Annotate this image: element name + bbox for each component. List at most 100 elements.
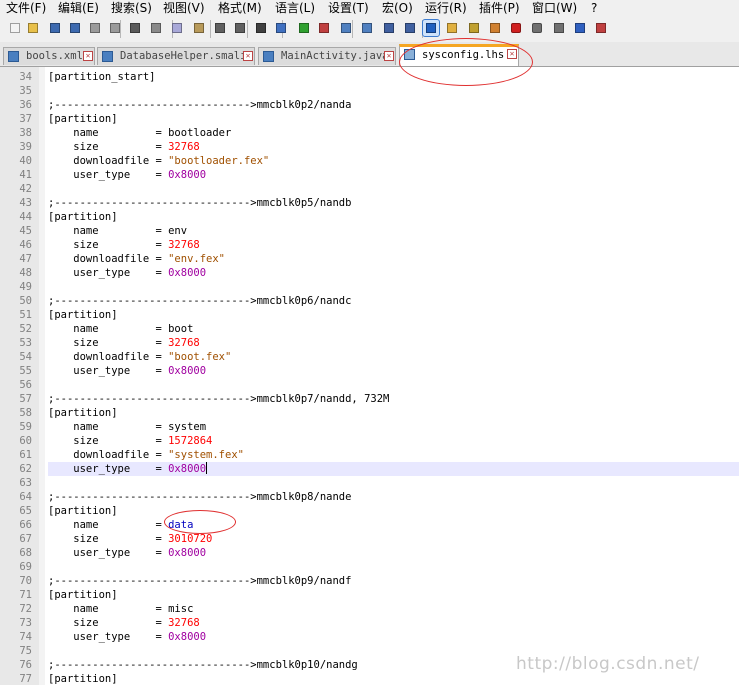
save-macro-icon[interactable] (593, 20, 609, 36)
code-line[interactable]: 44 [partition] (0, 210, 739, 224)
token-num: 1572864 (168, 435, 213, 447)
line-number: 52 (19, 323, 32, 335)
zoom-in-icon[interactable] (296, 20, 312, 36)
play-macro-icon[interactable] (551, 20, 567, 36)
find-icon[interactable] (253, 20, 269, 36)
code-line[interactable]: 35 (0, 84, 739, 98)
code-line[interactable]: 62 user_type = 0x8000 (0, 462, 739, 476)
tab-1[interactable]: DatabaseHelper.smali ✕ (97, 47, 255, 65)
code-line[interactable]: 55 user_type = 0x8000 (0, 364, 739, 378)
code-line[interactable]: 67 size = 3010720 (0, 532, 739, 546)
new-file-icon[interactable] (7, 20, 23, 36)
code-line[interactable]: 53 size = 32768 (0, 336, 739, 350)
token-plain: downloadfile = (48, 449, 169, 461)
menu-item-2[interactable]: 搜索(S) (111, 0, 152, 16)
tab-0[interactable]: bools.xml ✕ (3, 47, 95, 65)
show-all-chars-icon[interactable] (402, 20, 418, 36)
code-line[interactable]: 58 [partition] (0, 406, 739, 420)
line-number: 34 (19, 71, 32, 83)
code-line[interactable]: 39 size = 32768 (0, 140, 739, 154)
close-tab-icon[interactable]: ✕ (243, 51, 253, 61)
code-line[interactable]: 56 (0, 378, 739, 392)
undo-icon[interactable] (212, 20, 228, 36)
menu-item-7[interactable]: 宏(O) (382, 0, 413, 16)
code-line[interactable]: 37 [partition] (0, 112, 739, 126)
copy-icon[interactable] (169, 20, 185, 36)
code-line[interactable]: 64 ;------------------------------->mmcbl… (0, 490, 739, 504)
code-line[interactable]: 42 (0, 182, 739, 196)
editor-area[interactable]: 34 [partition_start] 35 36 ;----------------… (0, 67, 739, 685)
print-icon[interactable] (127, 20, 143, 36)
folder-workspace-icon[interactable] (487, 20, 503, 36)
code-line[interactable]: 73 size = 32768 (0, 616, 739, 630)
cut-icon[interactable] (148, 20, 164, 36)
line-number: 40 (19, 155, 32, 167)
token-plain: user_type = (48, 267, 169, 279)
code-line[interactable]: 46 size = 32768 (0, 238, 739, 252)
code-line[interactable]: 74 user_type = 0x8000 (0, 630, 739, 644)
menu-item-8[interactable]: 运行(R) (425, 0, 467, 16)
code-line[interactable]: 66 name = data (0, 518, 739, 532)
code-line[interactable]: 36 ;------------------------------->mmcbl… (0, 98, 739, 112)
sync-vertical-icon[interactable] (338, 20, 354, 36)
tab-2[interactable]: MainActivity.java ✕ (258, 47, 396, 65)
code-line[interactable]: 38 name = bootloader (0, 126, 739, 140)
zoom-out-icon[interactable] (316, 20, 332, 36)
menu-item-0[interactable]: 文件(F) (6, 0, 46, 16)
code-line[interactable]: 47 downloadfile = "env.fex" (0, 252, 739, 266)
code-line[interactable]: 41 user_type = 0x8000 (0, 168, 739, 182)
close-tab-icon[interactable]: ✕ (384, 51, 394, 61)
code-line[interactable]: 59 name = system (0, 420, 739, 434)
close-icon[interactable] (87, 20, 103, 36)
code-line[interactable]: 51 [partition] (0, 308, 739, 322)
code-line[interactable]: 49 (0, 280, 739, 294)
code-line[interactable]: 40 downloadfile = "bootloader.fex" (0, 154, 739, 168)
paste-icon[interactable] (191, 20, 207, 36)
menu-item-6[interactable]: 设置(T) (328, 0, 369, 16)
stop-record-icon[interactable] (529, 20, 545, 36)
code-line[interactable]: 77 [partition] (0, 672, 739, 686)
code-line[interactable]: 52 name = boot (0, 322, 739, 336)
line-code: [partition] (48, 406, 739, 420)
code-line[interactable]: 72 name = misc (0, 602, 739, 616)
line-number: 44 (19, 211, 32, 223)
menu-item-11[interactable]: ? (591, 0, 597, 16)
menu-item-3[interactable]: 视图(V) (163, 0, 205, 16)
menu-item-1[interactable]: 编辑(E) (58, 0, 99, 16)
open-file-icon[interactable] (25, 20, 41, 36)
menu-item-9[interactable]: 插件(P) (479, 0, 520, 16)
close-all-icon[interactable] (107, 20, 123, 36)
code-line[interactable]: 60 size = 1572864 (0, 434, 739, 448)
code-line[interactable]: 50 ;------------------------------->mmcbl… (0, 294, 739, 308)
close-tab-icon[interactable]: ✕ (83, 51, 93, 61)
code-line[interactable]: 68 user_type = 0x8000 (0, 546, 739, 560)
code-line[interactable]: 45 name = env (0, 224, 739, 238)
record-macro-icon[interactable] (508, 20, 524, 36)
code-line[interactable]: 65 [partition] (0, 504, 739, 518)
replace-icon[interactable] (273, 20, 289, 36)
code-line[interactable]: 48 user_type = 0x8000 (0, 266, 739, 280)
save-all-icon[interactable] (67, 20, 83, 36)
code-line[interactable]: 57 ;------------------------------->mmcbl… (0, 392, 739, 406)
menu-item-4[interactable]: 格式(M) (218, 0, 262, 16)
code-line[interactable]: 34 [partition_start] (0, 70, 739, 84)
code-line[interactable]: 63 (0, 476, 739, 490)
word-wrap-icon[interactable] (381, 20, 397, 36)
line-code: [partition] (48, 672, 739, 686)
menu-item-5[interactable]: 语言(L) (275, 0, 315, 16)
code-line[interactable]: 70 ;------------------------------->mmcbl… (0, 574, 739, 588)
doc-map-icon[interactable] (444, 20, 460, 36)
code-line[interactable]: 43 ;------------------------------->mmcbl… (0, 196, 739, 210)
redo-icon[interactable] (232, 20, 248, 36)
save-icon[interactable] (47, 20, 63, 36)
code-line[interactable]: 71 [partition] (0, 588, 739, 602)
sync-horizontal-icon[interactable] (359, 20, 375, 36)
code-line[interactable]: 61 downloadfile = "system.fex" (0, 448, 739, 462)
run-macro-multiple-icon[interactable] (572, 20, 588, 36)
code-line[interactable]: 69 (0, 560, 739, 574)
code-line[interactable]: 54 downloadfile = "boot.fex" (0, 350, 739, 364)
indent-guide-icon[interactable] (422, 19, 440, 37)
line-number: 69 (19, 561, 32, 573)
function-list-icon[interactable] (466, 20, 482, 36)
menu-item-10[interactable]: 窗口(W) (532, 0, 577, 16)
